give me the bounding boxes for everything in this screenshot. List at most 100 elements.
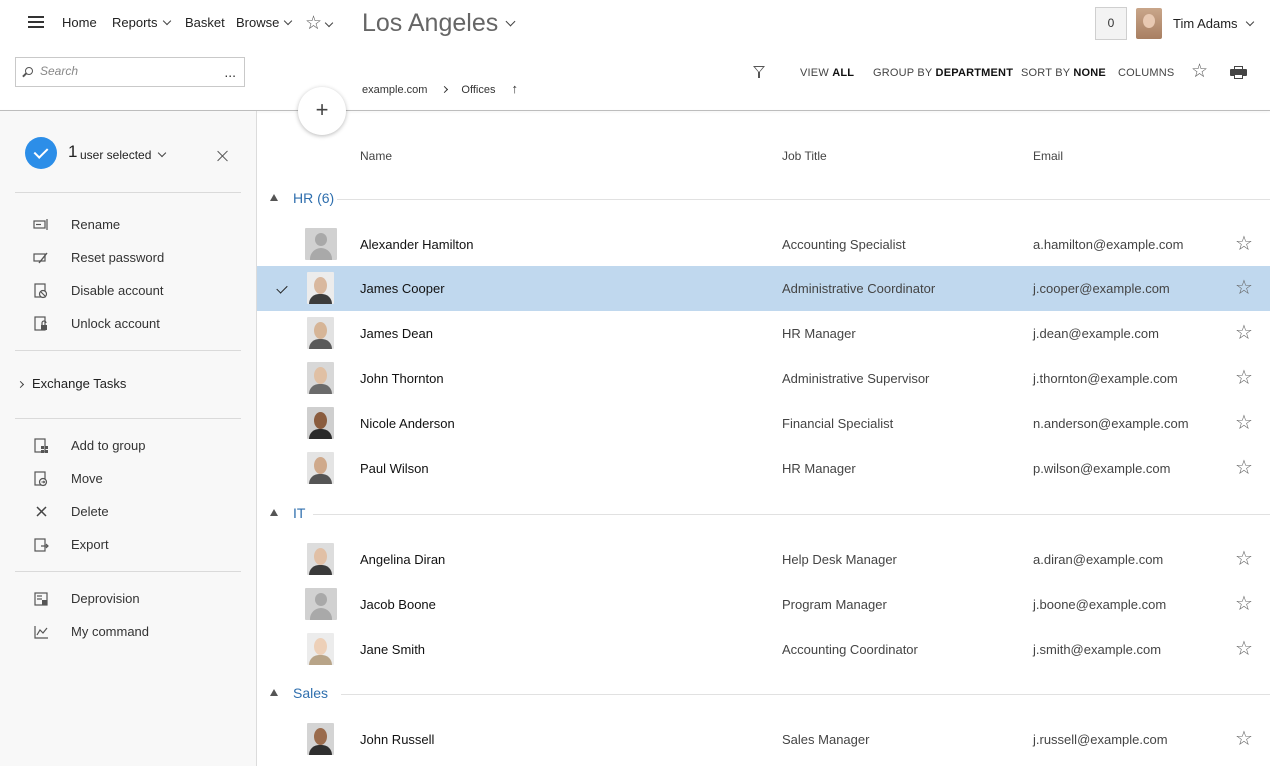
cell-name: Angelina Diran — [360, 552, 446, 567]
avatar — [307, 272, 334, 304]
cell-job-title: Administrative Supervisor — [782, 371, 930, 386]
column-header-job-title[interactable]: Job Title — [782, 149, 827, 163]
action-label: Unlock account — [71, 316, 160, 331]
cell-name: James Dean — [360, 326, 433, 341]
table-row[interactable]: Angelina Diran Help Desk Manager a.diran… — [257, 537, 1270, 582]
group-prefix: GROUP BY — [873, 67, 933, 79]
breadcrumb-item[interactable]: Offices — [461, 84, 495, 96]
page-title[interactable]: Los Angeles — [362, 9, 516, 38]
table-row[interactable]: John Thornton Administrative Supervisor … — [257, 356, 1270, 401]
column-header-name[interactable]: Name — [360, 149, 392, 163]
cell-email: j.cooper@example.com — [1033, 281, 1170, 296]
selection-label: user selected — [80, 148, 152, 162]
cell-job-title: Sales Manager — [782, 732, 870, 747]
search-input[interactable] — [40, 64, 210, 78]
nav-basket[interactable]: Basket — [185, 15, 225, 30]
favorite-star-icon[interactable]: ☆ — [1235, 726, 1253, 751]
columns-button[interactable]: COLUMNS — [1118, 67, 1174, 79]
table-row[interactable]: Jacob Boone Program Manager j.boone@exam… — [257, 582, 1270, 627]
print-icon[interactable] — [1230, 66, 1247, 79]
page-title-text: Los Angeles — [362, 9, 499, 37]
row-check-icon[interactable] — [276, 282, 288, 294]
selection-dropdown[interactable]: user selected — [80, 148, 167, 162]
favorite-star-icon[interactable]: ☆ — [1235, 410, 1253, 435]
sort-prefix: SORT BY — [1021, 67, 1071, 79]
unlock-account-icon — [34, 316, 47, 331]
collapse-triangle-icon[interactable] — [270, 194, 278, 201]
favorite-star-icon[interactable]: ☆ — [1235, 365, 1253, 390]
exchange-tasks-group[interactable]: Exchange Tasks — [16, 376, 126, 391]
table-row[interactable]: Alexander Hamilton Accounting Specialist… — [257, 222, 1270, 267]
menu-icon[interactable] — [28, 16, 44, 30]
group-header-it[interactable]: IT — [257, 502, 1270, 526]
filter-icon[interactable] — [753, 66, 765, 78]
action-label: Move — [71, 471, 103, 486]
action-reset-password[interactable]: Reset password — [33, 248, 243, 268]
table-row[interactable]: Nicole Anderson Financial Specialist n.a… — [257, 401, 1270, 446]
table-row[interactable]: John Russell Sales Manager j.russell@exa… — [257, 717, 1270, 762]
favorite-star-icon[interactable]: ☆ — [1235, 275, 1253, 300]
sidebar: 1 user selected Rename Reset password Di… — [0, 111, 257, 766]
action-my-command[interactable]: My command — [33, 622, 243, 642]
collapse-triangle-icon[interactable] — [270, 509, 278, 516]
group-header-hr[interactable]: HR (6) — [257, 187, 1270, 211]
chevron-right-icon — [16, 380, 25, 389]
cell-email: n.anderson@example.com — [1033, 416, 1189, 431]
clear-selection-icon[interactable] — [217, 150, 229, 162]
group-by-selector[interactable]: GROUP BY DEPARTMENT — [873, 67, 1013, 79]
collapse-triangle-icon[interactable] — [270, 689, 278, 696]
add-button[interactable]: + — [298, 87, 346, 135]
action-rename[interactable]: Rename — [33, 215, 243, 235]
search-options-button[interactable]: ... — [224, 64, 236, 80]
nav-reports[interactable]: Reports — [112, 15, 171, 30]
action-disable-account[interactable]: Disable account — [33, 281, 243, 301]
action-label: Disable account — [71, 283, 164, 298]
cell-email: j.dean@example.com — [1033, 326, 1159, 341]
chevron-down-icon — [284, 16, 293, 26]
nav-home[interactable]: Home — [62, 15, 97, 30]
favorites-menu[interactable]: ☆ — [305, 12, 334, 35]
breadcrumb-item[interactable]: example.com — [362, 84, 427, 96]
cell-name: Paul Wilson — [360, 461, 429, 476]
cell-job-title: Program Manager — [782, 597, 887, 612]
selection-count: 1 — [68, 142, 78, 161]
chevron-down-icon — [158, 148, 167, 158]
column-header-email[interactable]: Email — [1033, 149, 1063, 163]
sort-by-selector[interactable]: SORT BY NONE — [1021, 67, 1106, 79]
breadcrumb: example.com Offices ↑ — [362, 81, 518, 96]
group-header-sales[interactable]: Sales — [257, 682, 1270, 706]
action-label: Rename — [71, 217, 121, 232]
nav-browse[interactable]: Browse — [236, 15, 293, 30]
favorite-star-icon[interactable]: ☆ — [1235, 591, 1253, 616]
table-row[interactable]: Paul Wilson HR Manager p.wilson@example.… — [257, 446, 1270, 491]
table-row[interactable]: James Cooper Administrative Coordinator … — [257, 266, 1270, 311]
action-move[interactable]: Move — [33, 469, 243, 489]
action-deprovision[interactable]: Deprovision — [33, 589, 243, 609]
notification-count[interactable]: 0 — [1095, 7, 1127, 40]
action-delete[interactable]: Delete — [33, 502, 243, 522]
up-arrow-icon[interactable]: ↑ — [511, 81, 518, 96]
favorite-star-icon[interactable]: ☆ — [1235, 231, 1253, 256]
user-avatar[interactable] — [1136, 8, 1162, 39]
action-add-to-group[interactable]: Add to group — [33, 436, 243, 456]
table-row[interactable]: Jane Smith Accounting Coordinator j.smit… — [257, 627, 1270, 672]
group-divider — [313, 514, 1270, 515]
action-export[interactable]: Export — [33, 535, 243, 555]
favorite-star-icon[interactable]: ☆ — [1235, 320, 1253, 345]
cell-job-title: Help Desk Manager — [782, 552, 897, 567]
cell-email: j.boone@example.com — [1033, 597, 1167, 612]
action-label: Add to group — [71, 438, 146, 453]
action-unlock-account[interactable]: Unlock account — [33, 314, 243, 334]
cell-email: j.russell@example.com — [1033, 732, 1168, 747]
view-prefix: VIEW — [800, 67, 829, 79]
favorite-star-icon[interactable]: ☆ — [1235, 636, 1253, 661]
favorite-star-icon[interactable]: ☆ — [1235, 455, 1253, 480]
user-menu[interactable]: Tim Adams — [1173, 16, 1254, 31]
star-icon[interactable]: ☆ — [1191, 60, 1208, 83]
group-value: DEPARTMENT — [935, 67, 1014, 79]
table-row[interactable]: James Dean HR Manager j.dean@example.com… — [257, 311, 1270, 356]
divider — [15, 418, 241, 419]
favorite-star-icon[interactable]: ☆ — [1235, 546, 1253, 571]
view-selector[interactable]: VIEW ALL — [800, 67, 854, 79]
disable-account-icon — [34, 283, 48, 299]
